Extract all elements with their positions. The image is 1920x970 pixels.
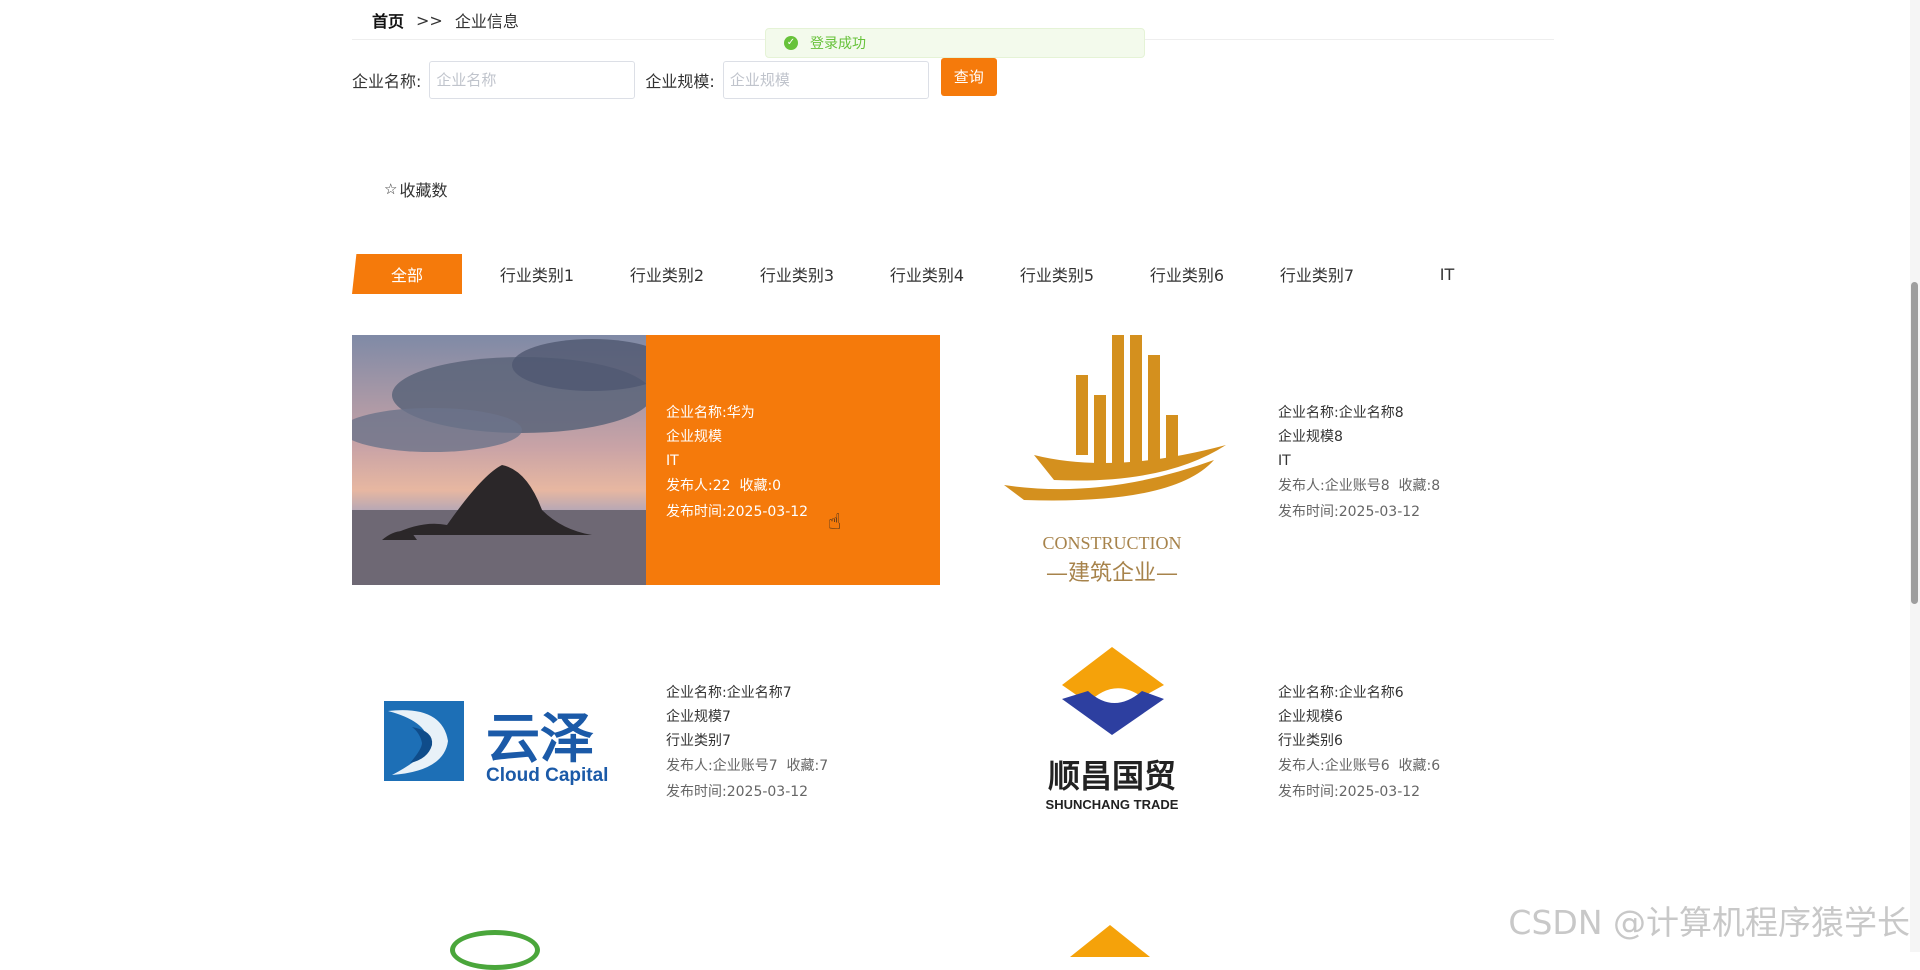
publish-time-row: 发布时间:2025-03-12 (1278, 499, 1552, 525)
watermark: CSDN @计算机程序猿学长 (1508, 903, 1910, 942)
company-scale: 企业规模8 (1278, 429, 1343, 445)
tab-category-2[interactable]: 行业类别2 (602, 254, 732, 294)
company-info: 企业名称:企业名称8 企业规模8 IT 发布人:企业账号8 收藏:8 发布时间:… (1258, 335, 1552, 585)
company-name: 企业名称:华为 (666, 405, 755, 421)
publish-time-value: 2025-03-12 (1338, 784, 1421, 800)
tab-category-6[interactable]: 行业类别6 (1122, 254, 1252, 294)
tab-all[interactable]: 全部 (352, 254, 462, 294)
company-info: 企业名称:华为 企业规模 IT 发布人:22 收藏:0 发布时间:2025-03… (646, 335, 940, 585)
company-scale: 企业规模 (666, 429, 722, 445)
company-name: 企业名称:企业名称6 (1278, 685, 1404, 701)
favorites-label: 收藏: (786, 758, 820, 774)
scrollbar-thumb[interactable] (1911, 282, 1918, 604)
logo-text-en: SHUNCHANG TRADE (1046, 797, 1179, 812)
company-name-label: 企业名称: (352, 72, 422, 91)
company-scale: 企业规模7 (666, 709, 731, 725)
category-tabs: 全部 行业类别1 行业类别2 行业类别3 行业类别4 行业类别5 行业类别6 行… (352, 254, 1512, 294)
company-image[interactable]: 顺昌国贸 SHUNCHANG TRADE (964, 615, 1258, 865)
favorites-count: 6 (1431, 758, 1441, 774)
success-toast: ✓ 登录成功 (765, 28, 1145, 58)
publisher-label: 发布人: (666, 478, 713, 494)
company-card[interactable]: 顺昌国贸 SHUNCHANG TRADE 企业名称:企业名称6 企业规模6 行业… (964, 615, 1552, 865)
favorites-count: 0 (772, 478, 782, 494)
logo-text-en: CONSTRUCTION (1042, 533, 1181, 553)
company-name: 企业名称:企业名称8 (1278, 405, 1404, 421)
tab-category-3[interactable]: 行业类别3 (732, 254, 862, 294)
tab-category-7[interactable]: 行业类别7 (1252, 254, 1382, 294)
company-image[interactable]: CONSTRUCTION —建筑企业— (964, 335, 1258, 585)
logo-text-en: Cloud Capital (486, 765, 608, 786)
company-scale-label: 企业规模: (645, 72, 715, 91)
publish-time-row: 发布时间:2025-03-12 (666, 779, 940, 805)
publish-time-value: 2025-03-12 (1338, 504, 1421, 520)
tab-it[interactable]: IT (1382, 254, 1512, 294)
publisher-value: 企业账号8 (1324, 478, 1390, 494)
publish-time-label: 发布时间: (1278, 504, 1339, 520)
favorites-count: 8 (1431, 478, 1441, 494)
company-card[interactable]: 企业名称:华为 企业规模 IT 发布人:22 收藏:0 发布时间:2025-03… (352, 335, 940, 585)
company-info: 企业名称:企业名称6 企业规模6 行业类别6 发布人:企业账号6 收藏:6 发布… (1258, 615, 1552, 865)
company-image[interactable] (352, 335, 646, 585)
company-category: 行业类别6 (1278, 733, 1343, 749)
publish-time-row: 发布时间:2025-03-12 (1278, 779, 1552, 805)
company-logo-partial[interactable] (1070, 925, 1150, 957)
publisher-label: 发布人: (1278, 758, 1325, 774)
company-card[interactable]: CONSTRUCTION —建筑企业— 企业名称:企业名称8 企业规模8 IT … (964, 335, 1552, 585)
publish-time-value: 2025-03-12 (726, 504, 809, 520)
star-outline-icon: ☆ (384, 180, 398, 198)
company-image[interactable]: 云泽 Cloud Capital (352, 615, 646, 865)
breadcrumb: 首页 >> 企业信息 (372, 8, 519, 32)
query-button[interactable]: 查询 (940, 57, 997, 96)
logo-text-cn: 顺昌国贸 (1048, 757, 1176, 795)
publisher-row: 发布人:企业账号7 收藏:7 (666, 753, 940, 779)
logo-text-cn: —建筑企业— (1046, 561, 1178, 585)
breadcrumb-current: 企业信息 (454, 12, 519, 31)
company-scale-input[interactable] (722, 61, 929, 99)
publish-time-row: 发布时间:2025-03-12 (666, 499, 940, 525)
publisher-value: 企业账号7 (712, 758, 778, 774)
publisher-label: 发布人: (666, 758, 713, 774)
company-scale: 企业规模6 (1278, 709, 1343, 725)
favorites-label: 收藏: (1398, 758, 1432, 774)
breadcrumb-home[interactable]: 首页 (372, 8, 404, 32)
scrollbar[interactable] (1910, 0, 1920, 952)
publisher-row: 发布人:企业账号6 收藏:6 (1278, 753, 1552, 779)
publish-time-label: 发布时间: (666, 504, 727, 520)
publish-time-label: 发布时间: (666, 784, 727, 800)
company-name-input[interactable] (429, 61, 636, 99)
company-category: IT (666, 453, 679, 469)
check-circle-icon: ✓ (784, 36, 798, 50)
search-bar: 企业名称: 企业规模: 查询 (352, 57, 997, 99)
publish-time-label: 发布时间: (1278, 784, 1339, 800)
toast-message: 登录成功 (810, 36, 866, 52)
company-info: 企业名称:企业名称7 企业规模7 行业类别7 发布人:企业账号7 收藏:7 发布… (646, 615, 940, 865)
sort-label: 收藏数 (399, 181, 448, 200)
tab-category-4[interactable]: 行业类别4 (862, 254, 992, 294)
company-category: IT (1278, 453, 1291, 469)
publisher-label: 发布人: (1278, 478, 1325, 494)
tab-category-5[interactable]: 行业类别5 (992, 254, 1122, 294)
tab-category-1[interactable]: 行业类别1 (472, 254, 602, 294)
favorites-label: 收藏: (1398, 478, 1432, 494)
sort-by-favorites[interactable]: ☆ 收藏数 (384, 177, 447, 201)
publisher-row: 发布人:22 收藏:0 (666, 473, 940, 499)
logo-text-cn: 云泽 (486, 707, 594, 770)
company-category: 行业类别7 (666, 733, 731, 749)
publisher-value: 22 (712, 478, 731, 494)
favorites-count: 7 (819, 758, 829, 774)
company-card[interactable]: 云泽 Cloud Capital 企业名称:企业名称7 企业规模7 行业类别7 … (352, 615, 940, 865)
publisher-row: 发布人:企业账号8 收藏:8 (1278, 473, 1552, 499)
company-name: 企业名称:企业名称7 (666, 685, 792, 701)
hand-cursor-icon: ☝ (828, 510, 842, 535)
favorites-label: 收藏: (739, 478, 773, 494)
publisher-value: 企业账号6 (1324, 758, 1390, 774)
breadcrumb-separator: >> (416, 10, 443, 30)
company-logo-partial[interactable] (450, 930, 540, 970)
publish-time-value: 2025-03-12 (726, 784, 809, 800)
